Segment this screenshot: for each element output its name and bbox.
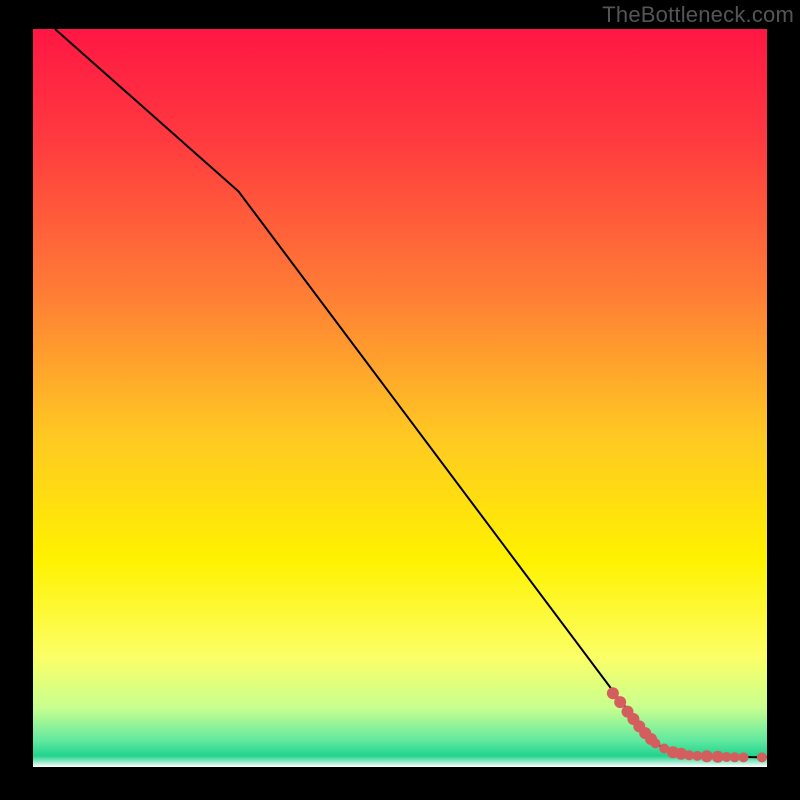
data-marker (739, 752, 749, 762)
data-marker (650, 738, 660, 748)
data-marker (614, 696, 626, 708)
data-marker (730, 752, 740, 762)
watermark-text: TheBottleneck.com (602, 2, 794, 28)
plot-area (33, 29, 767, 767)
chart-frame: TheBottleneck.com (0, 0, 800, 800)
data-marker (757, 752, 767, 762)
data-marker (701, 750, 713, 762)
gradient-background (33, 29, 767, 767)
data-marker (692, 751, 702, 761)
chart-svg (33, 29, 767, 767)
